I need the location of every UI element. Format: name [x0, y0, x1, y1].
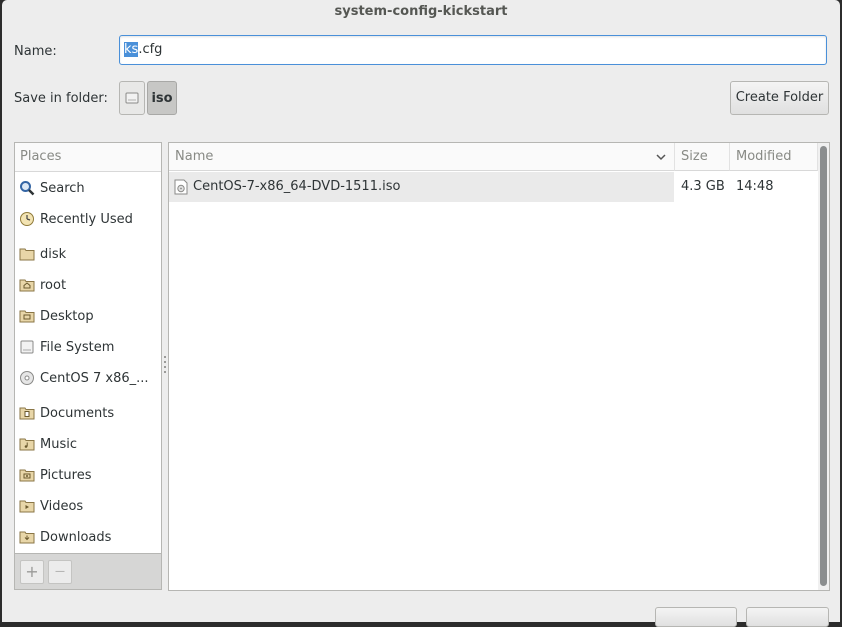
sidebar-item-desktop[interactable]: Desktop	[19, 304, 159, 328]
filename-rest-text: .cfg	[138, 42, 163, 57]
documents-folder-icon	[19, 407, 35, 420]
sidebar-item-music[interactable]: Music	[19, 432, 159, 456]
name-cell: CentOS-7-x86_64-DVD-1511.iso	[169, 172, 674, 202]
music-folder-icon	[19, 438, 35, 451]
sidebar-item-disk[interactable]: disk	[19, 242, 159, 266]
videos-folder-icon	[19, 500, 35, 513]
filename-selected-text: ks	[124, 42, 139, 57]
table-row[interactable]: CentOS-7-x86_64-DVD-1511.iso 4.3 GB 14:4…	[169, 172, 817, 202]
sidebar-item-label: disk	[40, 246, 67, 262]
file-list-scrollbar[interactable]	[818, 143, 829, 590]
column-header-size[interactable]: Size	[675, 143, 730, 171]
file-list: Name Size Modified CentOS-7-x86_64-DVD-1…	[168, 142, 830, 591]
create-folder-button[interactable]: Create Folder	[730, 81, 829, 115]
places-toolbar: + —	[14, 554, 162, 590]
name-label: Name:	[14, 44, 57, 59]
places-sidebar: Places Search Recently Used disk root De…	[14, 142, 162, 554]
column-header-name[interactable]: Name	[169, 143, 675, 171]
cancel-button[interactable]	[655, 607, 737, 627]
sidebar-item-videos[interactable]: Videos	[19, 494, 159, 518]
remove-bookmark-button[interactable]: —	[48, 560, 72, 584]
sidebar-item-label: Recently Used	[40, 211, 133, 227]
search-icon	[20, 181, 35, 196]
folder-path-root-button[interactable]	[119, 81, 145, 115]
sidebar-item-recently-used[interactable]: Recently Used	[19, 207, 159, 231]
sidebar-item-centos-disc[interactable]: CentOS 7 x86_...	[19, 366, 159, 390]
folder-path-iso-button[interactable]: iso	[147, 81, 177, 115]
places-header: Places	[15, 143, 161, 172]
sidebar-item-pictures[interactable]: Pictures	[19, 463, 159, 487]
sidebar-item-label: Videos	[40, 498, 84, 514]
file-chooser-dialog: system-config-kickstart Name: ks.cfg Sav…	[2, 0, 840, 627]
recent-icon	[20, 212, 34, 226]
folder-icon	[19, 248, 35, 261]
file-name: CentOS-7-x86_64-DVD-1511.iso	[193, 179, 401, 194]
scrollbar-thumb[interactable]	[820, 146, 827, 586]
sidebar-item-label: Documents	[40, 405, 115, 421]
pane-resize-handle[interactable]	[164, 356, 167, 380]
filename-input[interactable]: ks.cfg	[119, 35, 827, 65]
sidebar-item-label: Downloads	[40, 529, 112, 545]
sidebar-item-documents[interactable]: Documents	[19, 401, 159, 425]
drive-icon	[20, 340, 34, 354]
drive-icon	[125, 92, 139, 104]
disc-image-icon	[174, 179, 188, 195]
add-bookmark-button[interactable]: +	[20, 560, 44, 584]
desktop-folder-icon	[19, 310, 35, 323]
sort-chevron-down-icon	[656, 154, 666, 161]
column-header-modified[interactable]: Modified	[730, 143, 818, 171]
file-modified: 14:48	[736, 179, 774, 194]
sidebar-item-label: Desktop	[40, 308, 94, 324]
pictures-folder-icon	[19, 469, 35, 482]
sidebar-item-root[interactable]: root	[19, 273, 159, 297]
column-header-name-label: Name	[175, 149, 214, 164]
sidebar-item-label: Search	[40, 180, 85, 196]
home-folder-icon	[19, 279, 35, 292]
sidebar-item-label: CentOS 7 x86_...	[40, 370, 149, 386]
save-button[interactable]	[746, 607, 829, 627]
sidebar-item-search[interactable]: Search	[19, 176, 159, 200]
sidebar-item-label: Pictures	[40, 467, 92, 483]
sidebar-item-file-system[interactable]: File System	[19, 335, 159, 359]
sidebar-item-label: Music	[40, 436, 77, 452]
file-size: 4.3 GB	[681, 179, 725, 194]
sidebar-item-downloads[interactable]: Downloads	[19, 525, 159, 549]
sidebar-item-label: File System	[40, 339, 115, 355]
disc-icon	[20, 371, 34, 385]
save-in-folder-label: Save in folder:	[14, 91, 108, 106]
sidebar-item-label: root	[40, 277, 67, 293]
downloads-folder-icon	[19, 531, 35, 544]
window-title: system-config-kickstart	[334, 4, 508, 19]
